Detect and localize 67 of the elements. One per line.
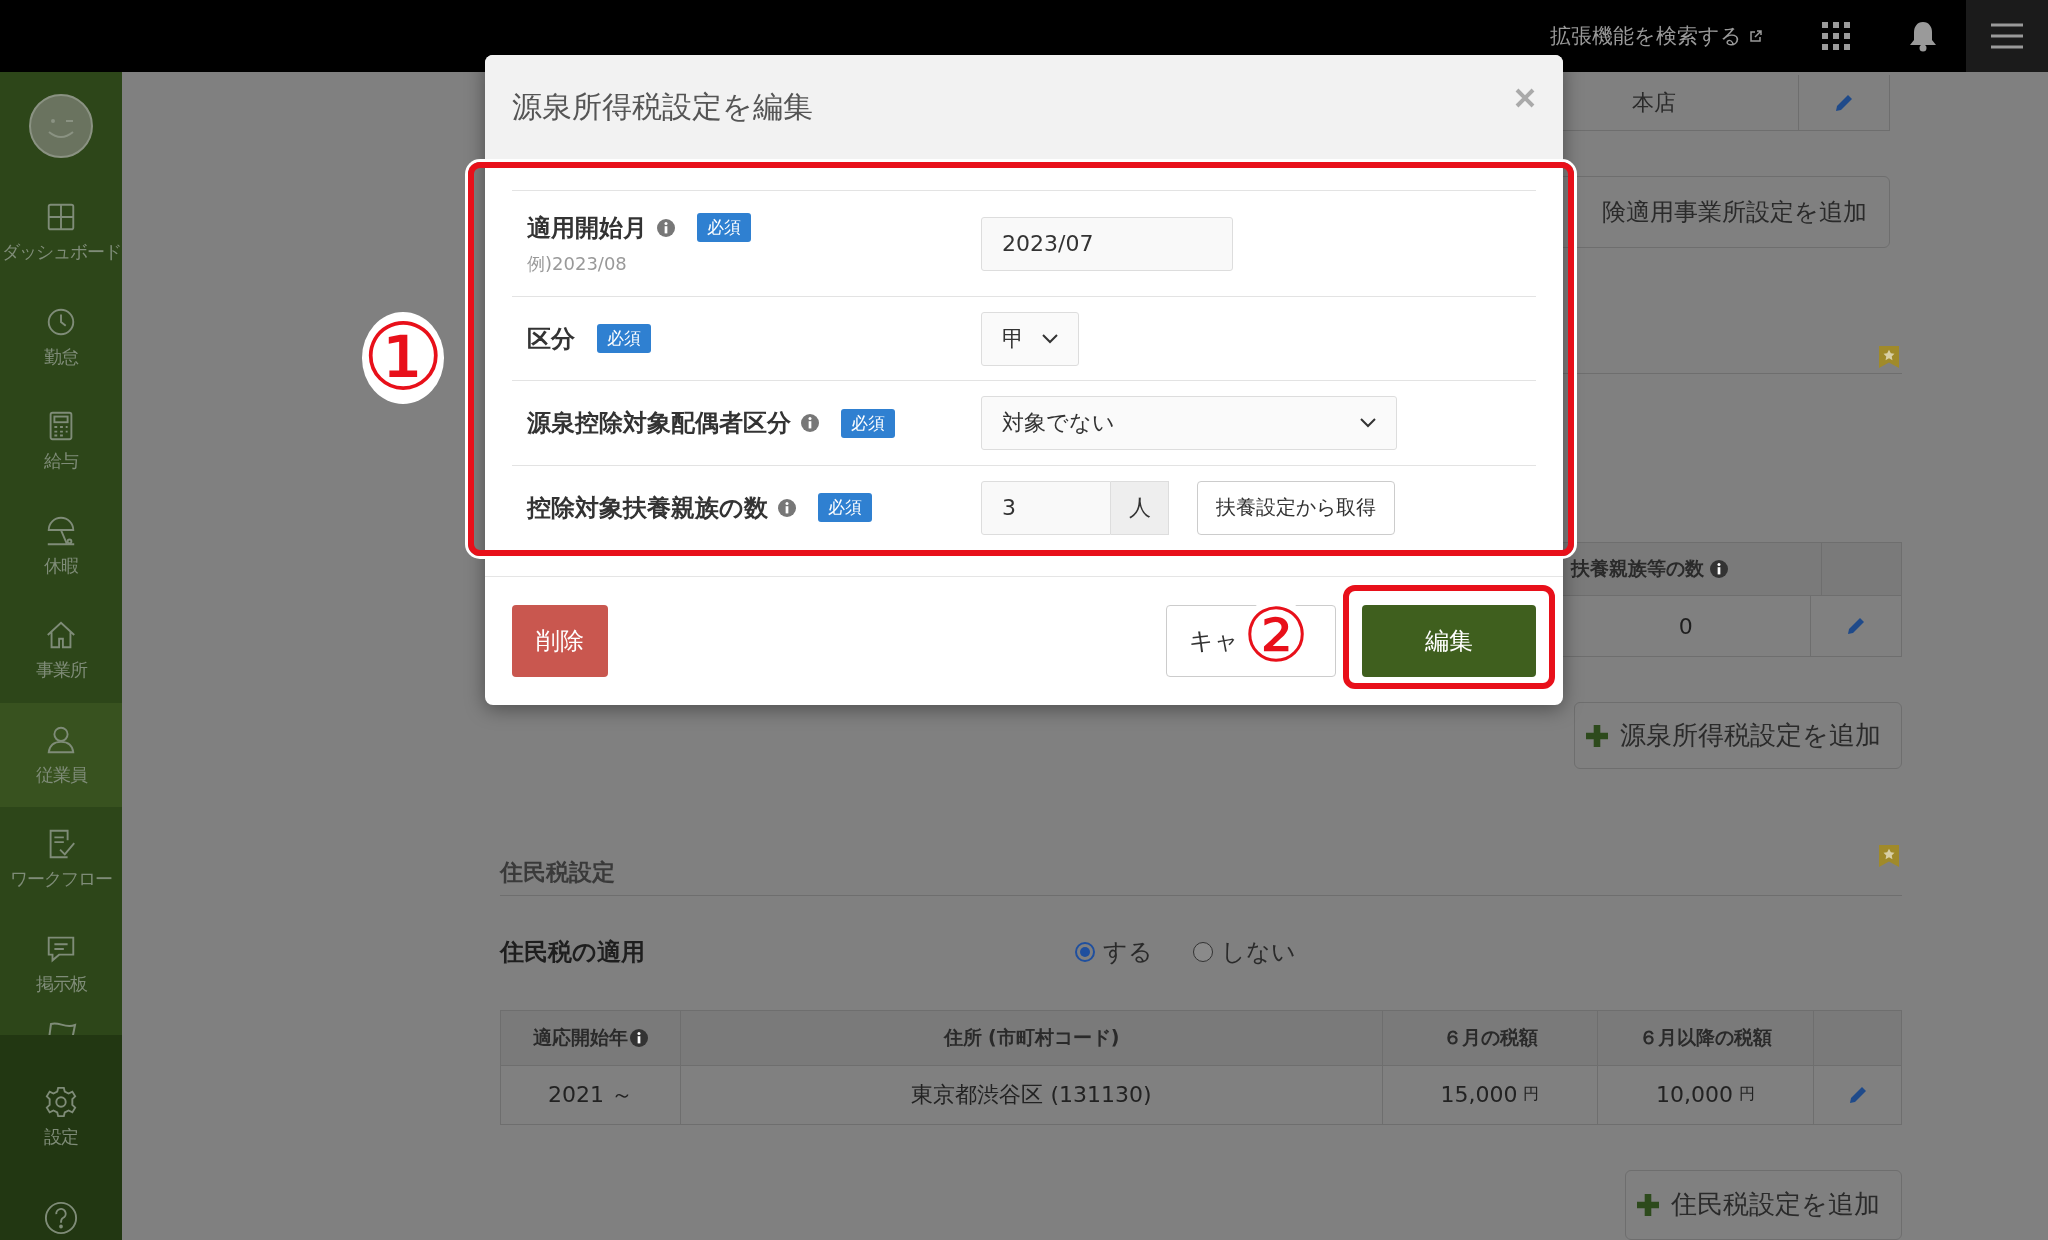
add-resident-tax-button[interactable]: 住民税設定を追加: [1625, 1170, 1902, 1240]
submit-button[interactable]: 編集: [1362, 605, 1536, 677]
sidebar-item[interactable]: 事業所: [0, 598, 122, 703]
settings-label[interactable]: 設定: [44, 1125, 78, 1149]
radio-label[interactable]: しない: [1221, 936, 1296, 969]
field-label: 源泉控除対象配偶者区分: [527, 408, 791, 439]
bell-icon[interactable]: [1908, 20, 1938, 52]
column-header: 適応開始年: [533, 1025, 628, 1050]
extension-search-link[interactable]: 拡張機能を検索する: [1550, 22, 1762, 50]
field-label: 控除対象扶養親族の数: [527, 492, 768, 524]
pencil-icon[interactable]: [1846, 616, 1867, 637]
close-icon[interactable]: [1515, 87, 1535, 108]
radio-button[interactable]: [1193, 942, 1213, 963]
currency-unit: 円: [1523, 1084, 1540, 1106]
column-header: 住所 (市町村コード): [943, 1025, 1120, 1050]
radio-button[interactable]: [1075, 942, 1095, 963]
table-cell-text: 東京都渋谷区 (131130): [911, 1081, 1152, 1109]
plus-icon: [1585, 724, 1608, 747]
step-number: ①: [362, 312, 445, 404]
required-badge: 必須: [697, 213, 751, 242]
month-input[interactable]: 2023/07: [981, 216, 1233, 271]
field-label: 適用開始月: [527, 212, 647, 244]
field-label: 区分: [527, 323, 575, 355]
help-icon[interactable]: [44, 1201, 78, 1235]
sidebar-item[interactable]: ダッシュボード: [0, 180, 122, 285]
pencil-icon[interactable]: [1847, 1085, 1868, 1105]
fetch-button[interactable]: 扶養設定から取得: [1197, 480, 1395, 535]
currency-unit: 円: [1739, 1084, 1755, 1106]
required-badge: 必須: [597, 324, 651, 353]
sidebar-item[interactable]: 休暇: [0, 493, 122, 598]
menu-icon[interactable]: [1991, 23, 2023, 49]
radio-label[interactable]: する: [1103, 936, 1153, 969]
column-header: 扶養親族等の数: [1571, 556, 1704, 582]
bookmark-star-icon[interactable]: [1879, 845, 1899, 868]
bookmark-star-icon[interactable]: [1879, 346, 1899, 369]
table-cell: 10,000: [1656, 1082, 1733, 1108]
plus-icon: [1637, 1194, 1659, 1216]
field-hint: 例)2023/08: [527, 251, 628, 276]
delete-button[interactable]: 削除: [512, 605, 608, 677]
sidebar-item[interactable]: 掲示板: [0, 911, 122, 1016]
spouse-select[interactable]: 対象でない: [981, 396, 1397, 450]
column-header: ６月以降の税額: [1639, 1025, 1772, 1050]
required-badge: 必須: [818, 493, 872, 522]
add-withholding-button[interactable]: 源泉所得税設定を追加: [1574, 702, 1902, 770]
sidebar-item[interactable]: 給与: [0, 389, 122, 494]
count-input[interactable]: 3: [981, 480, 1111, 535]
dialog-title: 源泉所得税設定を編集: [512, 88, 813, 126]
required-badge: 必須: [841, 408, 895, 438]
unit-label: 人: [1111, 480, 1169, 535]
pencil-icon[interactable]: [1834, 92, 1854, 113]
table-cell: 15,000: [1440, 1082, 1518, 1108]
category-select[interactable]: 甲: [981, 311, 1079, 366]
sidebar-item[interactable]: ワークフロー: [0, 807, 122, 912]
avatar-icon[interactable]: [29, 94, 93, 158]
sidebar-item[interactable]: 従業員: [0, 702, 122, 807]
chevron-down-icon: [1360, 418, 1376, 428]
table-cell-text: 2021 ～: [548, 1081, 633, 1109]
external-link-icon: [1750, 30, 1762, 42]
settings-icon[interactable]: [44, 1085, 78, 1119]
apps-grid-icon[interactable]: [1822, 22, 1850, 50]
section-title: 住民税設定: [500, 858, 615, 888]
info-icon[interactable]: [1710, 560, 1728, 579]
sidebar-item[interactable]: 勤怠: [0, 284, 122, 389]
column-header: ６月の税額: [1442, 1025, 1538, 1050]
info-icon[interactable]: [630, 1029, 648, 1047]
field-label: 住民税の適用: [500, 937, 646, 969]
chevron-down-icon: [1042, 333, 1058, 344]
